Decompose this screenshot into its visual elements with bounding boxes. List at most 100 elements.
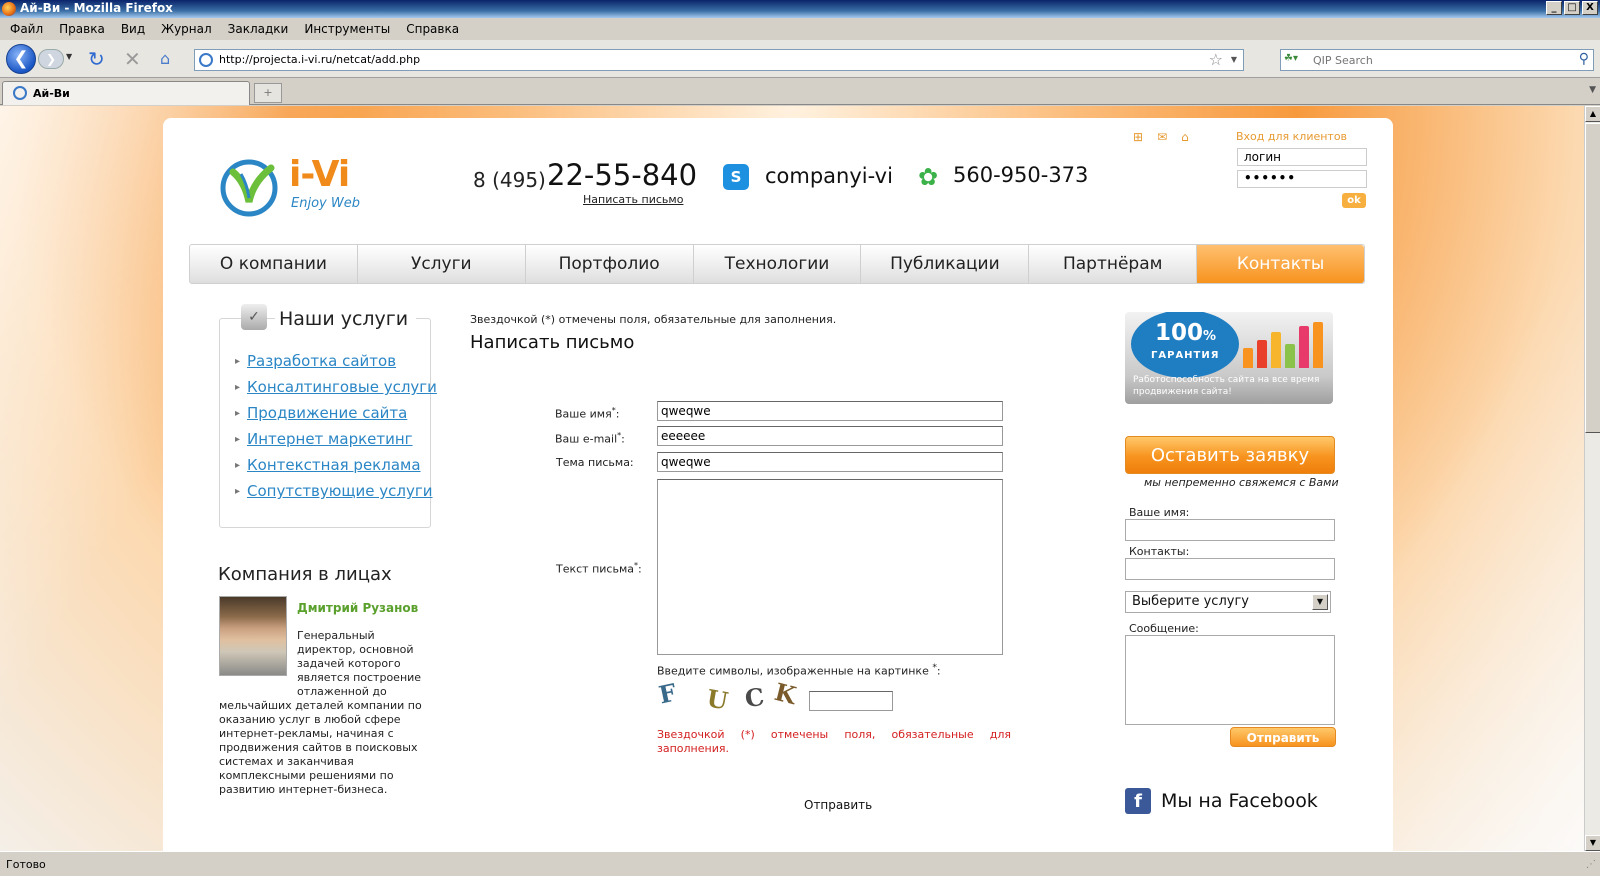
menu-history[interactable]: Журнал xyxy=(153,19,220,39)
status-bar: Готово ⋰ xyxy=(0,851,1600,876)
menu-help[interactable]: Справка xyxy=(398,19,467,39)
url-text[interactable]: http://projecta.i-vi.ru/netcat/add.php xyxy=(219,53,420,66)
back-icon[interactable]: ❮ xyxy=(6,44,36,74)
guarantee-percent: 100% xyxy=(1155,320,1217,346)
order-contacts-label: Контакты: xyxy=(1129,545,1190,558)
home-icon[interactable]: ⌂ xyxy=(160,49,180,69)
skype-icon: S xyxy=(723,164,749,190)
email-field[interactable] xyxy=(657,426,1003,446)
order-message-label: Сообщение: xyxy=(1129,622,1199,635)
nav-item-portfolio[interactable]: Портфолио xyxy=(526,245,694,283)
bio-text: мельчайших деталей компании по оказанию … xyxy=(219,699,422,796)
facebook-icon[interactable]: f xyxy=(1125,788,1151,814)
order-button[interactable]: Оставить заявку xyxy=(1125,436,1335,474)
scroll-up-icon[interactable]: ▲ xyxy=(1585,106,1600,122)
minimize-button[interactable]: _ xyxy=(1546,1,1562,15)
chevron-down-icon[interactable]: ▼ xyxy=(1312,594,1328,610)
menu-bar: Файл Правка Вид Журнал Закладки Инструме… xyxy=(0,19,1600,39)
search-icon[interactable]: ⚲ xyxy=(1579,51,1589,67)
firefox-icon xyxy=(2,2,16,16)
nav-item-publications[interactable]: Публикации xyxy=(861,245,1030,283)
sitemap-icon[interactable]: ⊞ xyxy=(1133,130,1143,144)
captcha-image: F U C K xyxy=(656,677,801,716)
scroll-down-icon[interactable]: ▼ xyxy=(1585,835,1600,851)
captcha-label: Введите символы, изображенные на картинк… xyxy=(657,662,941,678)
required-note: Звездочкой (*) отмечены поля, обязательн… xyxy=(470,313,837,326)
service-link[interactable]: Консалтинговые услуги xyxy=(235,378,437,404)
home-icon[interactable]: ⌂ xyxy=(1181,130,1189,144)
mail-icon[interactable]: ✉ xyxy=(1157,130,1167,144)
login-input[interactable] xyxy=(1237,148,1367,166)
name-label: Ваше имя*: xyxy=(555,406,620,421)
service-link[interactable]: Продвижение сайта xyxy=(235,404,437,430)
new-tab-button[interactable]: + xyxy=(254,83,282,103)
captcha-char: F xyxy=(656,677,679,710)
service-select[interactable]: Выберите услугу ▼ xyxy=(1125,591,1331,613)
order-name-input[interactable] xyxy=(1125,519,1335,541)
nav-item-about[interactable]: О компании xyxy=(190,245,358,283)
maximize-button[interactable]: □ xyxy=(1564,1,1580,15)
logo-tagline: Enjoy Web xyxy=(291,196,360,211)
facebook-label[interactable]: Мы на Facebook xyxy=(1161,790,1318,812)
name-field[interactable] xyxy=(657,401,1003,421)
address-bar[interactable]: http://projecta.i-vi.ru/netcat/add.php ☆… xyxy=(194,49,1244,71)
page-scrollbar[interactable]: ▲ ▼ xyxy=(1584,106,1600,851)
services-title: Наши услуги xyxy=(275,308,417,330)
history-dropdown-icon[interactable]: ▼ xyxy=(66,52,72,61)
menu-bookmarks[interactable]: Закладки xyxy=(220,19,297,39)
window-titlebar: Ай-Ви - Mozilla Firefox _ □ X xyxy=(0,0,1600,18)
services-list: Разработка сайтов Консалтинговые услуги … xyxy=(235,352,437,508)
captcha-input[interactable] xyxy=(809,691,893,711)
search-input[interactable] xyxy=(1313,52,1563,68)
nav-item-services[interactable]: Услуги xyxy=(358,245,526,283)
menu-tools[interactable]: Инструменты xyxy=(296,19,398,39)
order-contacts-input[interactable] xyxy=(1125,558,1335,580)
status-text: Готово xyxy=(6,858,46,871)
close-button[interactable]: X xyxy=(1582,1,1598,15)
menu-view[interactable]: Вид xyxy=(113,19,153,39)
forward-icon[interactable]: ❯ xyxy=(38,49,64,69)
guarantee-banner[interactable]: 100% ГАРАНТИЯ Работоспособность сайта на… xyxy=(1125,312,1333,404)
service-link[interactable]: Разработка сайтов xyxy=(235,352,437,378)
order-send-button[interactable]: Отправить xyxy=(1230,727,1336,747)
menu-edit[interactable]: Правка xyxy=(51,19,113,39)
bio-line: Генеральный xyxy=(297,629,375,642)
nav-item-contacts[interactable]: Контакты xyxy=(1197,245,1365,283)
nav-item-technologies[interactable]: Технологии xyxy=(694,245,862,283)
search-engine-icon[interactable]: ☘▾ xyxy=(1284,53,1310,67)
subject-field[interactable] xyxy=(657,452,1003,472)
reload-icon[interactable]: ↻ xyxy=(88,49,105,69)
resize-grip-icon[interactable]: ⋰ xyxy=(1586,859,1596,870)
submit-button[interactable]: Отправить xyxy=(804,798,872,812)
message-textarea[interactable] xyxy=(657,479,1003,655)
site-identity-icon[interactable] xyxy=(199,53,213,67)
service-link[interactable]: Контекстная реклама xyxy=(235,456,437,482)
bio-line: задачей которого xyxy=(297,657,401,670)
write-letter-link[interactable]: Написать письмо xyxy=(583,193,683,206)
site-logo[interactable]: i-Vi Enjoy Web xyxy=(215,154,365,218)
skype-name: companyi-vi xyxy=(765,164,893,188)
stop-icon[interactable]: ✕ xyxy=(124,49,141,69)
url-dropdown-icon[interactable]: ▼ xyxy=(1231,55,1237,64)
menu-file[interactable]: Файл xyxy=(2,19,51,39)
order-message-textarea[interactable] xyxy=(1125,635,1335,725)
order-name-label: Ваше имя: xyxy=(1129,506,1190,519)
password-input[interactable]: •••••• xyxy=(1237,170,1367,188)
person-name[interactable]: Дмитрий Рузанов xyxy=(297,601,418,615)
window-title: Ай-Ви - Mozilla Firefox xyxy=(20,1,173,15)
bio-line: отлаженной до xyxy=(297,685,387,698)
tab-active[interactable]: Ай-Ви xyxy=(2,81,250,105)
page-container: i-Vi Enjoy Web 8 (495) 22-55-840 Написат… xyxy=(163,118,1393,851)
logo-brand: i-Vi xyxy=(289,154,350,195)
icq-icon: ✿ xyxy=(918,163,939,191)
service-link[interactable]: Интернет маркетинг xyxy=(235,430,437,456)
star-icon[interactable]: ☆ xyxy=(1209,50,1223,69)
bio-line: является построение xyxy=(297,671,422,684)
login-ok-button[interactable]: ok xyxy=(1342,193,1366,208)
nav-item-partners[interactable]: Партнёрам xyxy=(1029,245,1198,283)
service-link[interactable]: Сопутствующие услуги xyxy=(235,482,437,508)
scroll-thumb[interactable] xyxy=(1585,123,1600,433)
search-box[interactable]: ☘▾ ⚲ xyxy=(1280,49,1594,71)
guarantee-word: ГАРАНТИЯ xyxy=(1151,350,1220,361)
tab-list-icon[interactable]: ▼ xyxy=(1589,85,1596,95)
